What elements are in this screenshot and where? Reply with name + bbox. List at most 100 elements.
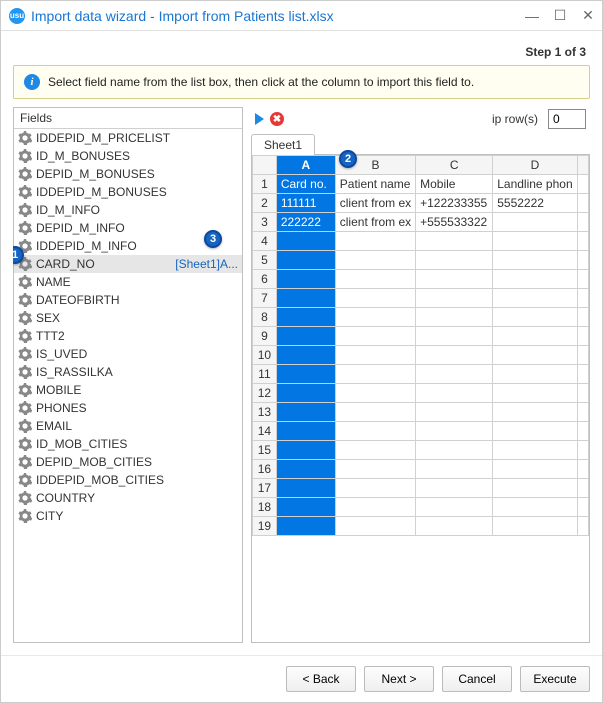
grid-cell[interactable] — [416, 232, 493, 251]
field-item[interactable]: DATEOFBIRTH — [14, 291, 242, 309]
grid-cell[interactable] — [577, 289, 588, 308]
field-item[interactable]: DEPID_MOB_CITIES — [14, 453, 242, 471]
grid-cell[interactable] — [335, 346, 415, 365]
back-button[interactable]: < Back — [286, 666, 356, 692]
grid-cell[interactable] — [493, 365, 577, 384]
field-item[interactable]: DEPID_M_BONUSES — [14, 165, 242, 183]
grid-cell[interactable] — [577, 175, 588, 194]
grid-cell[interactable]: client from ex — [335, 194, 415, 213]
grid-cell[interactable] — [335, 289, 415, 308]
row-header[interactable]: 15 — [253, 441, 277, 460]
row-header[interactable]: 8 — [253, 308, 277, 327]
grid-cell[interactable] — [276, 422, 335, 441]
field-item[interactable]: SEX — [14, 309, 242, 327]
grid-cell[interactable] — [577, 270, 588, 289]
grid-cell[interactable] — [577, 251, 588, 270]
grid-cell[interactable] — [493, 327, 577, 346]
execute-button[interactable]: Execute — [520, 666, 590, 692]
minimize-button[interactable]: — — [526, 10, 538, 22]
field-item[interactable]: ID_MOB_CITIES — [14, 435, 242, 453]
grid-cell[interactable]: +122233355 — [416, 194, 493, 213]
row-header[interactable]: 17 — [253, 479, 277, 498]
grid-cell[interactable] — [416, 346, 493, 365]
field-item[interactable]: IDDEPID_M_PRICELIST — [14, 129, 242, 147]
grid-cell[interactable] — [276, 403, 335, 422]
row-header[interactable]: 11 — [253, 365, 277, 384]
grid-cell[interactable]: Landline phon — [493, 175, 577, 194]
grid-cell[interactable] — [577, 308, 588, 327]
col-header[interactable]: D — [493, 156, 577, 175]
grid-cell[interactable] — [276, 517, 335, 536]
field-item[interactable]: EMAIL — [14, 417, 242, 435]
grid-cell[interactable] — [577, 346, 588, 365]
grid-cell[interactable] — [276, 460, 335, 479]
grid-cell[interactable] — [577, 517, 588, 536]
grid-cell[interactable] — [493, 232, 577, 251]
col-header[interactable]: A — [276, 156, 335, 175]
grid-cell[interactable] — [493, 403, 577, 422]
grid-cell[interactable] — [335, 308, 415, 327]
grid-cell[interactable] — [577, 365, 588, 384]
grid-cell[interactable] — [416, 517, 493, 536]
grid-cell[interactable] — [416, 289, 493, 308]
row-header[interactable]: 3 — [253, 213, 277, 232]
field-item[interactable]: IDDEPID_MOB_CITIES — [14, 471, 242, 489]
grid-cell[interactable] — [577, 498, 588, 517]
grid-cell[interactable] — [577, 403, 588, 422]
grid-cell[interactable] — [493, 213, 577, 232]
grid-cell[interactable] — [335, 517, 415, 536]
grid-cell[interactable] — [335, 441, 415, 460]
row-header[interactable]: 13 — [253, 403, 277, 422]
grid-cell[interactable] — [577, 327, 588, 346]
grid-cell[interactable] — [577, 441, 588, 460]
field-item[interactable]: IDDEPID_M_BONUSES — [14, 183, 242, 201]
grid-cell[interactable] — [276, 270, 335, 289]
grid-cell[interactable] — [335, 365, 415, 384]
grid-cell[interactable] — [493, 251, 577, 270]
col-header-extra[interactable] — [577, 156, 588, 175]
grid-cell[interactable] — [276, 327, 335, 346]
grid-cell[interactable] — [276, 384, 335, 403]
grid-cell[interactable] — [335, 498, 415, 517]
grid-cell[interactable] — [493, 346, 577, 365]
field-item[interactable]: CITY — [14, 507, 242, 525]
grid-cell[interactable] — [276, 308, 335, 327]
grid-cell[interactable] — [276, 365, 335, 384]
grid-cell[interactable] — [416, 498, 493, 517]
grid-cell[interactable]: Mobile — [416, 175, 493, 194]
row-header[interactable]: 18 — [253, 498, 277, 517]
grid-cell[interactable] — [335, 232, 415, 251]
grid-cell[interactable] — [493, 479, 577, 498]
grid-cell[interactable] — [335, 422, 415, 441]
close-button[interactable]: ✕ — [582, 10, 594, 22]
grid-cell[interactable] — [416, 422, 493, 441]
grid-cell[interactable] — [416, 403, 493, 422]
grid-cell[interactable] — [493, 270, 577, 289]
field-item[interactable]: ID_M_INFO — [14, 201, 242, 219]
row-header[interactable]: 10 — [253, 346, 277, 365]
row-header[interactable]: 4 — [253, 232, 277, 251]
fields-list[interactable]: IDDEPID_M_PRICELISTID_M_BONUSESDEPID_M_B… — [14, 129, 242, 642]
row-header[interactable]: 2 — [253, 194, 277, 213]
field-item[interactable]: IS_RASSILKA — [14, 363, 242, 381]
field-item[interactable]: CARD_NO[Sheet1]A... — [14, 255, 242, 273]
row-header[interactable]: 14 — [253, 422, 277, 441]
skip-rows-input[interactable] — [548, 109, 586, 129]
grid-cell[interactable] — [493, 289, 577, 308]
grid-cell[interactable] — [493, 384, 577, 403]
spreadsheet-grid[interactable]: ABCD1Card no.Patient nameMobileLandline … — [251, 155, 590, 643]
row-header[interactable]: 6 — [253, 270, 277, 289]
grid-cell[interactable] — [276, 289, 335, 308]
grid-cell[interactable] — [335, 327, 415, 346]
field-item[interactable]: IS_UVED — [14, 345, 242, 363]
grid-cell[interactable] — [335, 384, 415, 403]
field-item[interactable]: PHONES — [14, 399, 242, 417]
grid-cell[interactable] — [416, 384, 493, 403]
grid-cell[interactable] — [335, 403, 415, 422]
grid-cell[interactable] — [577, 479, 588, 498]
field-item[interactable]: TTT2 — [14, 327, 242, 345]
grid-cell[interactable]: client from ex — [335, 213, 415, 232]
grid-cell[interactable] — [577, 232, 588, 251]
row-header[interactable]: 1 — [253, 175, 277, 194]
grid-cell[interactable] — [493, 441, 577, 460]
